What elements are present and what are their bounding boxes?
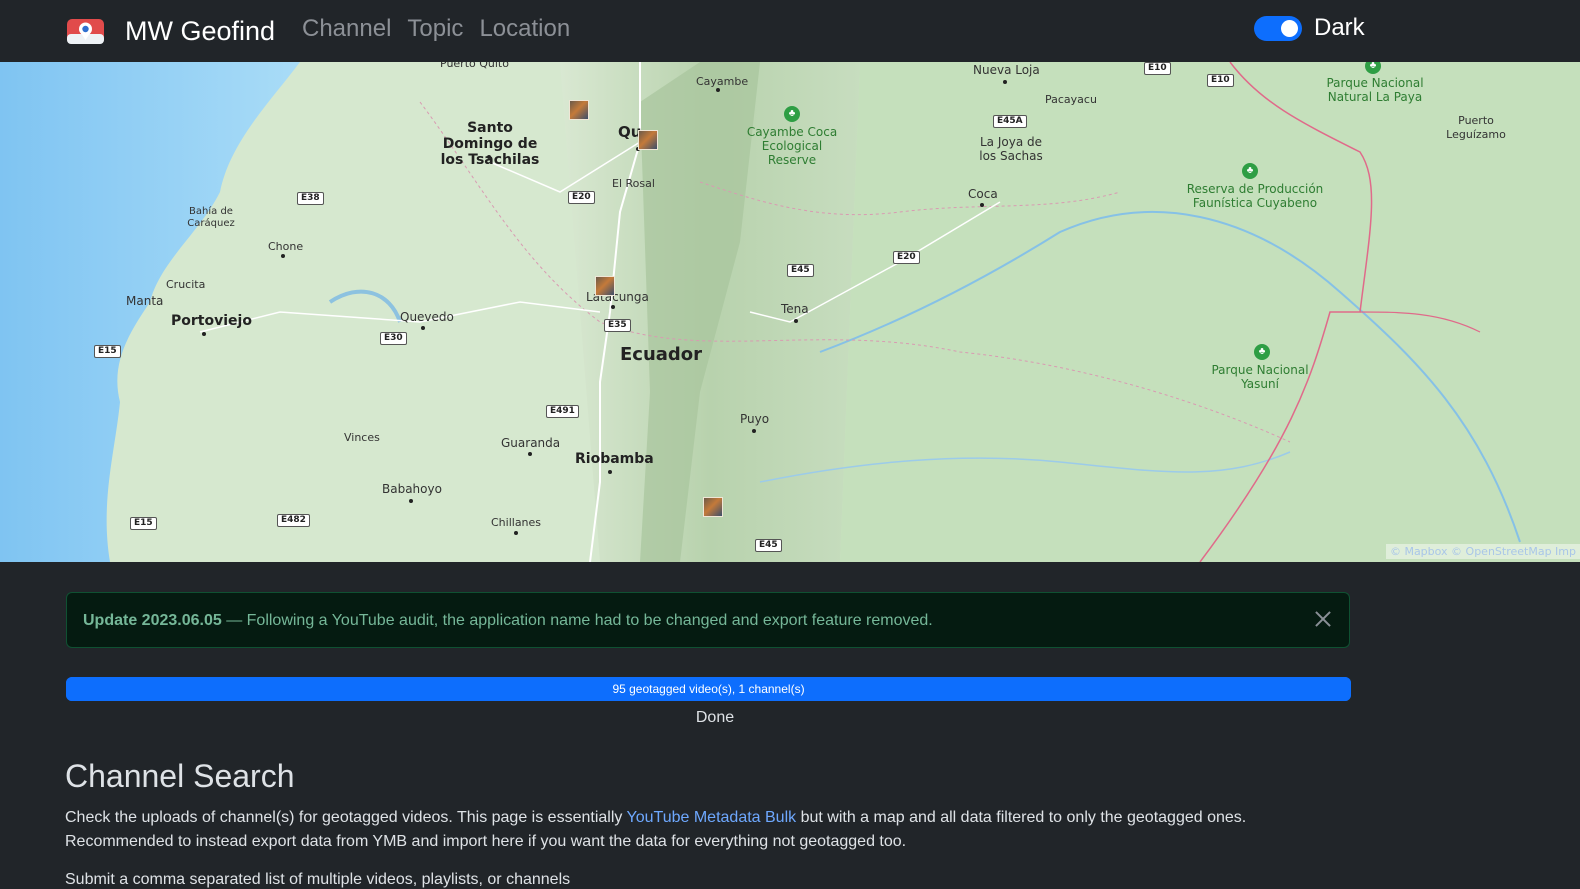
alert-title: Update 2023.06.05 (83, 612, 222, 629)
city-dot (611, 305, 615, 309)
nav-link-topic[interactable]: Topic (407, 14, 463, 44)
map-label-cayambe: Cayambe (696, 75, 749, 88)
map-label-cuyabeno: Reserva de Producción Faunística Cuyaben… (1186, 182, 1324, 210)
theme-label: Dark (1314, 14, 1365, 41)
map-label-vinces: Vinces (344, 431, 380, 444)
map-label-quevedo: Quevedo (400, 310, 454, 324)
status-text: Done (695, 709, 735, 726)
city-dot (487, 155, 491, 159)
road-shield-e45: E45 (787, 264, 814, 277)
nav-links: Channel Topic Location (302, 14, 586, 44)
city-dot (421, 326, 425, 330)
city-dot (608, 470, 612, 474)
nav-link-location[interactable]: Location (479, 14, 570, 44)
city-dot (980, 203, 984, 207)
brand-link[interactable]: MW Geofind (67, 13, 275, 49)
map-label-el-rosal: El Rosal (612, 177, 655, 190)
map-label-manta: Manta (126, 294, 164, 308)
city-dot (281, 254, 285, 258)
map-label-riobamba: Riobamba (575, 451, 654, 467)
road-shield-e20: E20 (568, 191, 595, 204)
map-label-chillanes: Chillanes (491, 516, 542, 529)
map-label-santo-domingo: Santo Domingo de los Tsachilas (440, 120, 540, 168)
navbar: MW Geofind Channel Topic Location Dark (0, 0, 1580, 63)
map-label-guaranda: Guaranda (501, 436, 561, 450)
video-marker[interactable] (703, 497, 723, 517)
road-shield-e45: E45 (755, 539, 782, 552)
road-shield-e10: E10 (1207, 74, 1234, 87)
city-dot (794, 319, 798, 323)
map-label-coca: Coca (968, 187, 998, 201)
city-dot (514, 531, 518, 535)
video-marker[interactable] (595, 276, 615, 296)
map-label-portoviejo: Portoviejo (171, 313, 252, 329)
road-shield-e15: E15 (94, 345, 121, 358)
map-label-la-joya: La Joya de los Sachas (979, 135, 1043, 163)
park-tree-icon: ♣ (1254, 344, 1270, 360)
city-dot (528, 452, 532, 456)
theme-toggle[interactable]: Dark (1254, 14, 1365, 42)
video-marker[interactable] (638, 130, 658, 150)
map-label-puyo: Puyo (740, 412, 770, 426)
video-marker[interactable] (569, 100, 589, 120)
road-shield-e38: E38 (297, 192, 324, 205)
road-shield-e35: E35 (604, 319, 631, 332)
map-label-bahia: Bahía de Caráquez (187, 206, 235, 229)
map-label-cayambe-coca: Cayambe Coca Ecological Reserve (746, 125, 838, 167)
switch-knob (1281, 19, 1298, 37)
map-label-tena: Tena (781, 302, 809, 316)
map-label-puerto-quito: Puerto Quito (440, 62, 509, 70)
close-icon[interactable] (1311, 607, 1335, 631)
city-dot (752, 429, 756, 433)
map-label-chone: Chone (268, 240, 304, 253)
submit-hint: Submit a comma separated list of multipl… (65, 871, 571, 888)
page-title: Channel Search (65, 758, 295, 794)
nav-link-channel[interactable]: Channel (302, 14, 391, 44)
road-shield-e482: E482 (277, 514, 310, 527)
road-shield-e10: E10 (1144, 62, 1171, 75)
alert-text: Update 2023.06.05 — Following a YouTube … (83, 612, 933, 630)
map-label-la-paya: Parque Nacional Natural La Paya (1326, 76, 1424, 104)
progress-bar: 95 geotagged video(s), 1 channel(s) (66, 677, 1351, 701)
road-shield-e15: E15 (130, 517, 157, 530)
dark-mode-switch[interactable] (1254, 15, 1302, 41)
map-label-babahoyo: Babahoyo (382, 482, 442, 496)
road-shield-e45a: E45A (993, 115, 1027, 128)
city-dot (716, 88, 720, 92)
map-label-puerto-leguizamo: Puerto Leguízamo (1446, 114, 1506, 141)
city-dot (1003, 80, 1007, 84)
city-dot (409, 499, 413, 503)
road-shield-e491: E491 (546, 405, 579, 418)
map-label-crucita: Crucita (166, 278, 206, 291)
city-dot (202, 332, 206, 336)
progress-text: 95 geotagged video(s), 1 channel(s) (612, 682, 805, 696)
map-label-ecuador: Ecuador (620, 344, 703, 365)
park-tree-icon: ♣ (784, 106, 800, 122)
map[interactable]: Puerto Quito Cayambe Nueva Loja Pacayacu… (0, 62, 1580, 562)
page-description: Check the uploads of channel(s) for geot… (65, 806, 1355, 854)
map-label-pacayacu: Pacayacu (1045, 93, 1097, 106)
map-label-yasuni: Parque Nacional Yasuní (1211, 363, 1309, 391)
road-shield-e20: E20 (893, 251, 920, 264)
ymb-link[interactable]: YouTube Metadata Bulk (627, 809, 797, 826)
map-attribution[interactable]: © Mapbox © OpenStreetMap Imp (1385, 544, 1580, 559)
update-alert: Update 2023.06.05 — Following a YouTube … (66, 592, 1350, 648)
map-pin-logo-icon (67, 19, 104, 44)
brand-name: MW Geofind (125, 15, 276, 46)
description-intro: Check the uploads of channel(s) for geot… (65, 809, 627, 826)
park-tree-icon: ♣ (1242, 163, 1258, 179)
map-label-nueva-loja: Nueva Loja (973, 63, 1040, 77)
road-shield-e30: E30 (380, 332, 407, 345)
alert-message: — Following a YouTube audit, the applica… (221, 612, 933, 629)
